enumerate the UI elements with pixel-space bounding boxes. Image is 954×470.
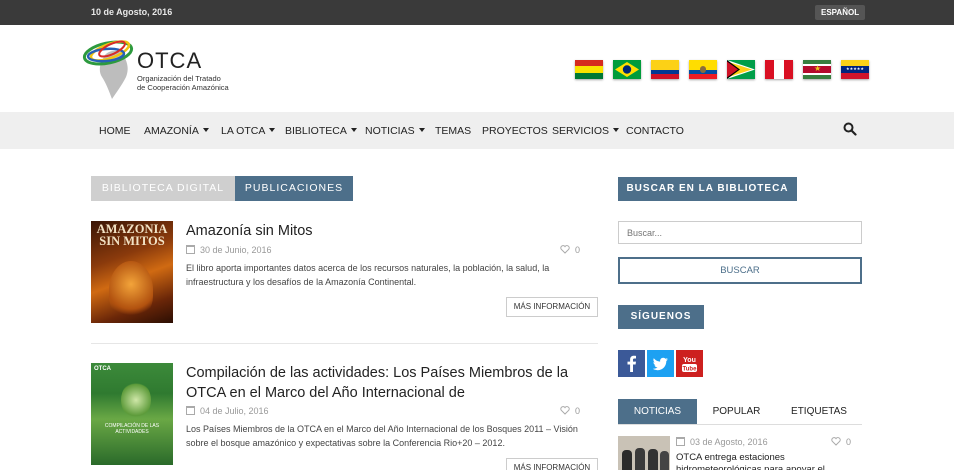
current-date: 10 de Agosto, 2016 xyxy=(91,7,173,17)
top-bar: 10 de Agosto, 2016 ESPAÑOL xyxy=(0,0,954,25)
more-info-button[interactable]: MÁS INFORMACIÓN xyxy=(506,458,598,470)
nav-item-temas[interactable]: TEMAS xyxy=(435,125,471,137)
news-thumbnail[interactable] xyxy=(618,436,670,470)
cover-title: AMAZONIA SIN MITOS xyxy=(91,223,173,248)
more-info-button[interactable]: MÁS INFORMACIÓN xyxy=(506,297,598,317)
tabs-underline xyxy=(618,424,862,425)
bolivia-flag-icon[interactable] xyxy=(575,60,603,79)
calendar-icon xyxy=(676,437,685,446)
heart-icon xyxy=(831,437,841,446)
nav-item-amazonia[interactable]: AMAZONÍA xyxy=(144,125,209,137)
nav-item-noticias[interactable]: NOTICIAS xyxy=(365,125,425,137)
cover-title-line: SIN MITOS xyxy=(99,234,165,248)
search-icon[interactable] xyxy=(843,122,857,136)
caret-down-icon xyxy=(202,128,209,132)
nav-item-contacto[interactable]: CONTACTO xyxy=(626,125,684,137)
likes-count: 0 xyxy=(575,406,581,416)
calendar-icon xyxy=(186,245,195,254)
caret-down-icon xyxy=(418,128,425,132)
tab-popular[interactable]: POPULAR xyxy=(697,399,776,424)
svg-text:You: You xyxy=(683,357,696,364)
main-nav: HOME AMAZONÍA LA OTCA BIBLIOTECA NOTICIA… xyxy=(0,112,954,149)
article-date-text: 04 de Julio, 2016 xyxy=(200,406,269,416)
likes-count: 0 xyxy=(575,245,581,255)
nav-label: PROYECTOS xyxy=(482,125,548,137)
caret-down-icon xyxy=(613,128,619,132)
article-date-text: 30 de Junio, 2016 xyxy=(200,245,272,255)
cover-title-line: COMPILACIÓN DE LAS ACTIVIDADES xyxy=(104,423,160,435)
tab-biblioteca-digital[interactable]: BIBLIOTECA DIGITAL xyxy=(91,176,235,201)
article-likes[interactable]: 0 xyxy=(560,406,580,416)
nav-label: LA OTCA xyxy=(221,125,266,137)
peru-flag-icon[interactable] xyxy=(765,60,793,79)
article-title[interactable]: Compilación de las actividades: Los País… xyxy=(186,363,596,403)
library-search-input[interactable] xyxy=(618,221,862,244)
divider xyxy=(91,343,598,344)
article-date: 04 de Julio, 2016 xyxy=(186,406,269,416)
guyana-flag-icon[interactable] xyxy=(727,60,755,79)
brand-name: OTCA xyxy=(137,48,203,73)
brazil-flag-icon[interactable] xyxy=(613,60,641,79)
article-excerpt: Los Países Miembros de la OTCA en el Mar… xyxy=(186,424,578,448)
cover-title-line: OTCA xyxy=(94,366,111,372)
venezuela-flag-icon[interactable]: ★★★★★ xyxy=(841,60,869,79)
article-excerpt: El libro aporta importantes datos acerca… xyxy=(186,263,550,287)
nav-item-proyectos[interactable]: PROYECTOS xyxy=(482,125,548,137)
brand-subtitle-line1: Organización del Tratado xyxy=(137,74,221,83)
caret-down-icon xyxy=(269,128,276,132)
nav-item-biblioteca[interactable]: BIBLIOTECA xyxy=(285,125,357,137)
search-button[interactable]: BUSCAR xyxy=(618,257,862,284)
suriname-flag-icon[interactable]: ★ xyxy=(803,60,831,79)
colombia-flag-icon[interactable] xyxy=(651,60,679,79)
nav-label: BIBLIOTECA xyxy=(285,125,347,137)
nav-label: SERVICIOS xyxy=(552,125,609,137)
follow-us-heading: SÍGUENOS xyxy=(618,305,704,329)
calendar-icon xyxy=(186,406,195,415)
article-cover-image[interactable]: AMAZONIA SIN MITOS xyxy=(91,221,173,323)
nav-label: AMAZONÍA xyxy=(144,125,199,137)
tab-noticias[interactable]: NOTICIAS xyxy=(618,399,697,424)
nav-label: NOTICIAS xyxy=(365,125,415,137)
article-cover-image[interactable]: OTCA COMPILACIÓN DE LAS ACTIVIDADES xyxy=(91,363,173,465)
nav-label: TEMAS xyxy=(435,125,472,137)
language-selector[interactable]: ESPAÑOL xyxy=(815,5,866,20)
article-date: 30 de Junio, 2016 xyxy=(186,245,272,255)
news-likes[interactable]: 0 xyxy=(831,437,851,447)
youtube-icon[interactable]: You Tube xyxy=(676,350,703,377)
likes-count: 0 xyxy=(846,437,852,447)
nav-item-la-otca[interactable]: LA OTCA xyxy=(221,125,276,137)
heart-icon xyxy=(560,406,570,415)
tab-publicaciones[interactable]: PUBLICACIONES xyxy=(235,176,353,201)
news-title[interactable]: OTCA entrega estaciones hidrometeorológi… xyxy=(676,452,856,470)
caret-down-icon xyxy=(350,128,357,132)
news-date-text: 03 de Agosto, 2016 xyxy=(690,437,768,447)
news-date: 03 de Agosto, 2016 xyxy=(676,437,768,447)
article-title[interactable]: Amazonía sin Mitos xyxy=(186,221,596,241)
brand-subtitle-line2: de Cooperación Amazónica xyxy=(137,83,229,92)
library-search-heading: BUSCAR EN LA BIBLIOTECA xyxy=(618,177,797,201)
ecuador-flag-icon[interactable] xyxy=(689,60,717,79)
heart-icon xyxy=(560,245,570,254)
svg-text:Tube: Tube xyxy=(683,367,698,373)
nav-item-servicios[interactable]: SERVICIOS xyxy=(552,125,619,137)
facebook-icon[interactable] xyxy=(618,350,645,377)
article-likes[interactable]: 0 xyxy=(560,245,580,255)
nav-item-home[interactable]: HOME xyxy=(99,125,131,137)
site-header: OTCA Organización del Tratado de Coopera… xyxy=(0,25,954,112)
tab-etiquetas[interactable]: ETIQUETAS xyxy=(776,399,862,424)
twitter-icon[interactable] xyxy=(647,350,674,377)
nav-label: HOME xyxy=(99,125,131,137)
nav-label: CONTACTO xyxy=(626,125,684,137)
